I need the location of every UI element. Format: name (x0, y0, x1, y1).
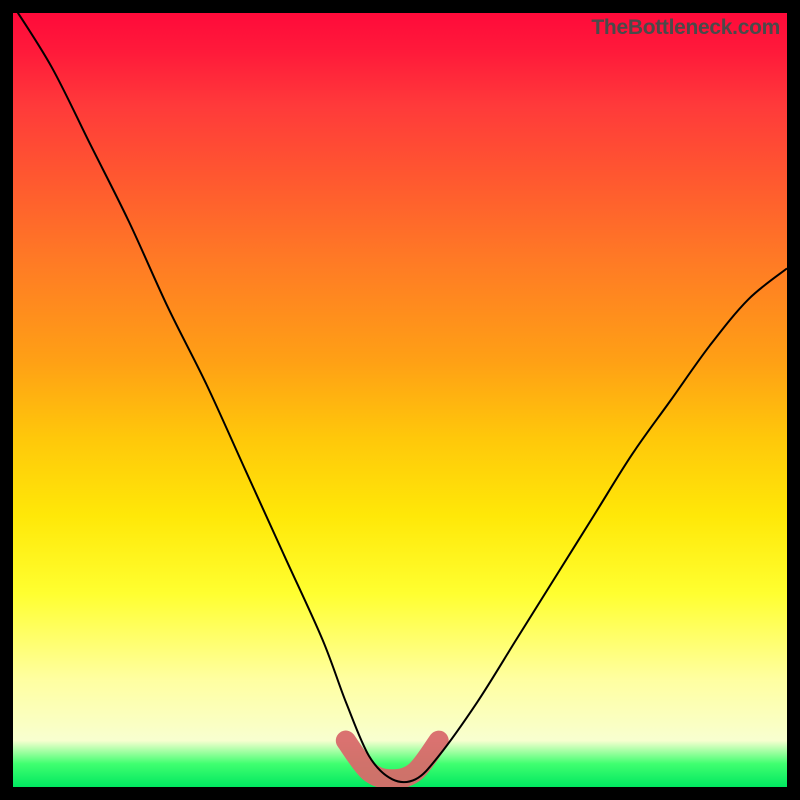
chart-frame: TheBottleneck.com (0, 0, 800, 800)
curve-overlay (13, 13, 787, 787)
bottleneck-curve (13, 13, 787, 782)
plot-area (13, 13, 787, 787)
watermark-text: TheBottleneck.com (591, 16, 780, 40)
